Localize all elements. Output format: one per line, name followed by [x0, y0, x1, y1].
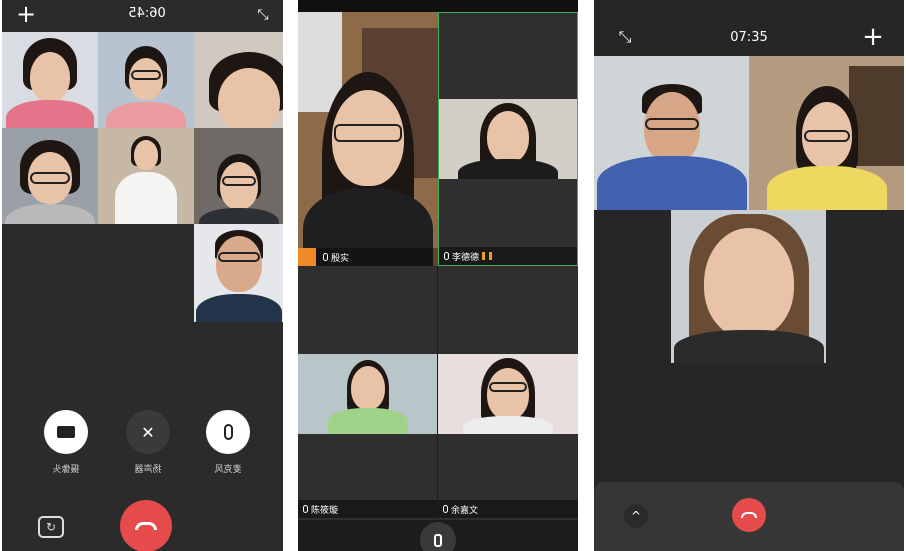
chevron-up-icon[interactable]: ^	[624, 504, 648, 528]
phone-screen-2: 殷实 李德德 陈筱璇 余嘉文	[298, 0, 578, 551]
microphone-icon	[443, 505, 448, 513]
microphone-icon	[223, 424, 233, 440]
hangup-button[interactable]	[120, 500, 172, 551]
call-timer: 07:35	[730, 30, 768, 45]
video-tile[interactable]	[98, 32, 194, 128]
add-participant-icon[interactable]: +	[860, 22, 886, 52]
participant-tag: 李德德	[439, 247, 577, 265]
microphone-icon	[434, 533, 442, 547]
speaker-off-icon: ✕	[141, 422, 155, 442]
microphone-button[interactable]	[206, 410, 250, 454]
participant-tag: 余嘉文	[438, 500, 578, 518]
video-tile[interactable]	[2, 32, 98, 128]
video-tile[interactable]	[194, 32, 283, 128]
video-tile[interactable]	[298, 12, 438, 266]
video-tile	[438, 354, 578, 434]
participant-name: 余嘉文	[451, 505, 479, 516]
phone-hangup-icon	[135, 522, 157, 530]
video-tile[interactable]	[194, 128, 283, 224]
speaker-label: 扬声器	[134, 465, 162, 475]
phone-hangup-icon	[741, 512, 757, 518]
video-tile-container[interactable]: 余嘉文	[438, 266, 578, 520]
phone-screen-1: + 06:45 ⤡ 摄像头 ✕ 扬声器 麦克风 ↻	[2, 0, 283, 551]
minimize-icon[interactable]: ⤡	[614, 26, 636, 48]
video-tile	[439, 99, 577, 179]
video-tile-container[interactable]: 李德德	[438, 12, 578, 266]
video-tile[interactable]	[749, 56, 904, 210]
microphone-icon	[323, 253, 328, 261]
participant-name: 李德德	[452, 252, 480, 263]
camera-button[interactable]	[44, 410, 88, 454]
microphone-icon	[444, 252, 449, 260]
call-timer: 06:45	[128, 6, 166, 21]
phone-screen-3: ⤡ 07:35 + ^	[594, 0, 904, 551]
add-participant-icon[interactable]: +	[14, 0, 38, 28]
video-tile[interactable]	[194, 224, 283, 322]
video-tile-container[interactable]: 陈筱璇	[298, 266, 437, 520]
switch-camera-icon[interactable]: ↻	[38, 516, 64, 538]
video-tile[interactable]	[98, 128, 194, 224]
participant-tag: 陈筱璇	[298, 500, 437, 518]
signal-icon	[482, 252, 493, 260]
participant-tag: 殷实	[298, 248, 438, 266]
video-tile	[298, 354, 437, 434]
video-tile[interactable]	[594, 56, 749, 210]
participant-name: 殷实	[331, 253, 350, 264]
video-tile[interactable]	[2, 128, 98, 224]
host-icon	[298, 248, 316, 266]
camera-icon	[57, 426, 75, 438]
minimize-icon[interactable]: ⤡	[252, 4, 274, 26]
microphone-label: 麦克风	[214, 465, 242, 475]
camera-label: 摄像头	[52, 465, 80, 475]
hangup-button[interactable]	[732, 498, 766, 532]
mute-button[interactable]	[420, 522, 456, 551]
speaker-button[interactable]: ✕	[126, 410, 170, 454]
microphone-icon	[303, 505, 308, 513]
participant-name: 陈筱璇	[311, 505, 339, 516]
video-tile[interactable]	[671, 210, 826, 363]
